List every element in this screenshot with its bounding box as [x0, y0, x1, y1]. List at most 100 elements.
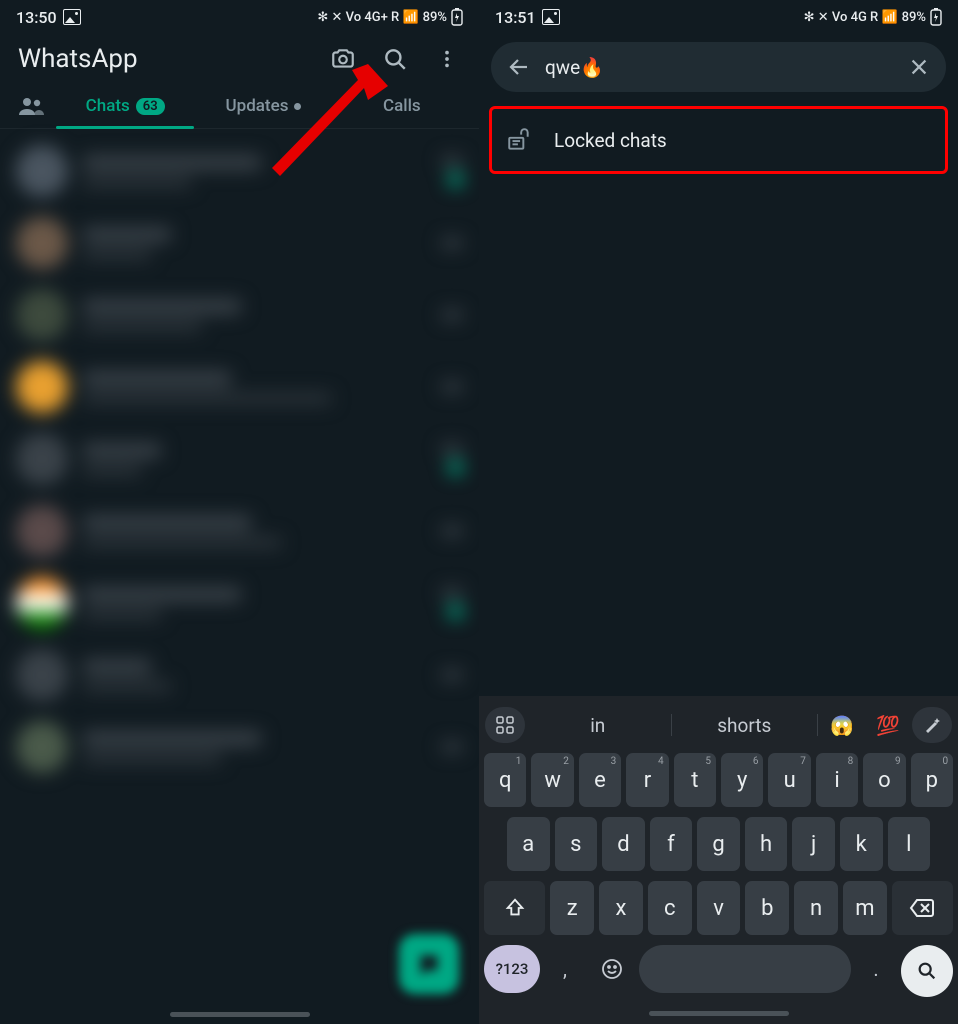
suggestion-2[interactable]: shorts — [674, 714, 816, 737]
key-z[interactable]: z — [550, 881, 594, 935]
chat-row[interactable] — [0, 639, 479, 711]
key-x[interactable]: x — [599, 881, 643, 935]
key-v[interactable]: v — [697, 881, 741, 935]
key-w[interactable]: w2 — [531, 753, 573, 807]
apps-icon — [496, 716, 514, 734]
key-j[interactable]: j — [792, 817, 835, 871]
calls-tab[interactable]: Calls — [333, 84, 471, 128]
search-bar: qwe🔥 — [491, 42, 946, 92]
key-d[interactable]: d — [602, 817, 645, 871]
magic-button[interactable] — [912, 707, 952, 743]
chat-list — [0, 129, 479, 783]
updates-tab-label: Updates — [226, 96, 289, 116]
key-u[interactable]: u7 — [768, 753, 810, 807]
search-input[interactable]: qwe🔥 — [545, 56, 894, 79]
key-g[interactable]: g — [697, 817, 740, 871]
search-icon — [916, 960, 938, 982]
period-key[interactable]: . — [856, 945, 896, 993]
status-bar: 13:50 ✻ ✕ Vo 4G+ R 📶 89% — [0, 0, 479, 34]
people-icon — [18, 96, 46, 116]
magic-wand-icon — [923, 716, 941, 734]
chats-tab-label: Chats — [86, 96, 130, 116]
key-k[interactable]: k — [840, 817, 883, 871]
battery-icon — [451, 8, 463, 26]
app-title: WhatsApp — [12, 44, 138, 74]
key-n[interactable]: n — [794, 881, 838, 935]
keyboard-row-2: asdfghjkl — [479, 812, 958, 876]
suggestion-bar: in shorts 😱 💯 — [479, 702, 958, 748]
whatsapp-chats-screen: 13:50 ✻ ✕ Vo 4G+ R 📶 89% WhatsApp — [0, 0, 479, 1024]
camera-button[interactable] — [329, 45, 357, 73]
search-enter-key[interactable] — [901, 945, 953, 997]
picture-icon — [63, 9, 81, 25]
comma-key[interactable]: , — [545, 945, 585, 993]
key-q[interactable]: q1 — [484, 753, 526, 807]
apps-button[interactable] — [485, 707, 525, 743]
backspace-icon — [909, 897, 935, 919]
new-chat-icon — [416, 951, 442, 977]
shift-icon — [504, 897, 526, 919]
search-button[interactable] — [381, 45, 409, 73]
status-battery: 89% — [902, 10, 926, 25]
separator — [817, 714, 818, 736]
more-button[interactable] — [433, 45, 461, 73]
chats-tab[interactable]: Chats 63 — [56, 84, 194, 128]
keyboard-row-1: q1w2e3r4t5y6u7i8o9p0 — [479, 748, 958, 812]
app-bar: WhatsApp — [0, 34, 479, 84]
tabs: Chats 63 Updates Calls — [0, 84, 479, 129]
backspace-key[interactable] — [892, 881, 953, 935]
status-time: 13:51 — [495, 8, 536, 27]
key-m[interactable]: m — [843, 881, 887, 935]
spacebar-key[interactable] — [639, 945, 851, 993]
status-indicators: ✻ ✕ Vo 4G R 📶 — [804, 10, 898, 25]
more-vert-icon — [436, 48, 458, 70]
key-p[interactable]: p0 — [911, 753, 953, 807]
clear-search-button[interactable] — [908, 56, 930, 78]
chat-row[interactable] — [0, 279, 479, 351]
chat-row[interactable] — [0, 495, 479, 567]
key-i[interactable]: i8 — [816, 753, 858, 807]
emoji-key[interactable] — [590, 945, 634, 993]
key-l[interactable]: l — [888, 817, 931, 871]
keyboard-row-3: zxcvbnm — [479, 876, 958, 940]
key-a[interactable]: a — [507, 817, 550, 871]
key-y[interactable]: y6 — [721, 753, 763, 807]
suggestion-emoji-2[interactable]: 💯 — [866, 714, 910, 737]
locked-chats-label: Locked chats — [554, 129, 667, 152]
key-e[interactable]: e3 — [579, 753, 621, 807]
chat-row[interactable] — [0, 351, 479, 423]
updates-dot-icon — [294, 103, 301, 110]
status-battery: 89% — [423, 10, 447, 25]
updates-tab[interactable]: Updates — [194, 84, 332, 128]
key-o[interactable]: o9 — [863, 753, 905, 807]
key-h[interactable]: h — [745, 817, 788, 871]
whatsapp-search-screen: 13:51 ✻ ✕ Vo 4G R 📶 89% qwe🔥 — [479, 0, 958, 1024]
communities-tab[interactable] — [8, 96, 56, 116]
key-s[interactable]: s — [555, 817, 598, 871]
emoji-icon — [600, 957, 624, 981]
chat-row[interactable] — [0, 567, 479, 639]
key-f[interactable]: f — [650, 817, 693, 871]
nav-indicator — [170, 1012, 310, 1017]
locked-chats-result[interactable]: Locked chats — [489, 106, 948, 174]
key-b[interactable]: b — [745, 881, 789, 935]
nav-indicator — [649, 1011, 789, 1016]
locked-chats-icon — [506, 127, 532, 153]
chat-row[interactable] — [0, 423, 479, 495]
shift-key[interactable] — [484, 881, 545, 935]
keyboard-row-4: ?123 , . — [479, 940, 958, 1007]
suggestion-emoji-1[interactable]: 😱 — [820, 714, 864, 737]
chat-row[interactable] — [0, 711, 479, 783]
back-button[interactable] — [507, 55, 531, 79]
chat-row[interactable] — [0, 135, 479, 207]
key-r[interactable]: r4 — [626, 753, 668, 807]
status-time: 13:50 — [16, 8, 57, 27]
key-c[interactable]: c — [648, 881, 692, 935]
chat-row[interactable] — [0, 207, 479, 279]
symbols-key[interactable]: ?123 — [484, 945, 540, 993]
status-indicators: ✻ ✕ Vo 4G+ R 📶 — [317, 10, 418, 25]
picture-icon — [542, 9, 560, 25]
suggestion-1[interactable]: in — [527, 714, 669, 737]
key-t[interactable]: t5 — [674, 753, 716, 807]
new-chat-fab[interactable] — [399, 934, 459, 994]
